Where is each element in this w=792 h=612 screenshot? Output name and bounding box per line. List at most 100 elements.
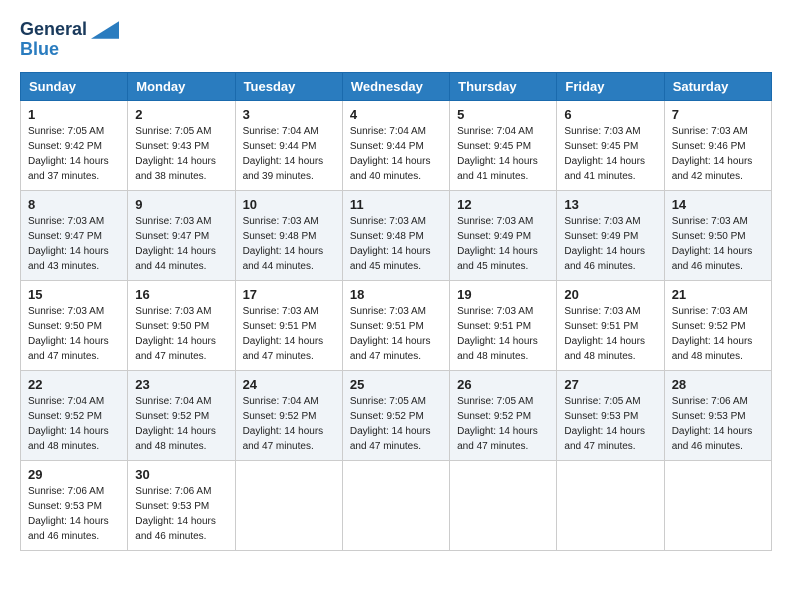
logo-blue: Blue [20, 40, 119, 60]
page-header: General Blue [20, 20, 772, 60]
day-info: Sunrise: 7:03 AMSunset: 9:49 PMDaylight:… [457, 216, 538, 272]
day-info: Sunrise: 7:04 AMSunset: 9:52 PMDaylight:… [135, 396, 216, 452]
day-number: 4 [350, 107, 442, 122]
day-number: 17 [243, 287, 335, 302]
day-number: 12 [457, 197, 549, 212]
calendar-cell: 20 Sunrise: 7:03 AMSunset: 9:51 PMDayligh… [557, 280, 664, 370]
day-info: Sunrise: 7:05 AMSunset: 9:52 PMDaylight:… [457, 396, 538, 452]
day-info: Sunrise: 7:03 AMSunset: 9:51 PMDaylight:… [564, 306, 645, 362]
day-number: 11 [350, 197, 442, 212]
calendar-cell: 5 Sunrise: 7:04 AMSunset: 9:45 PMDaylight… [450, 100, 557, 190]
calendar-cell: 3Sunrise: 7:04 AMSunset: 9:44 PMDaylight… [235, 100, 342, 190]
logo-text: General [20, 20, 119, 40]
day-number: 25 [350, 377, 442, 392]
day-number: 6 [564, 107, 656, 122]
calendar-cell: 28 Sunrise: 7:06 AMSunset: 9:53 PMDayligh… [664, 370, 771, 460]
day-number: 23 [135, 377, 227, 392]
calendar-cell: 1 Sunrise: 7:05 AMSunset: 9:42 PMDaylight… [21, 100, 128, 190]
calendar-cell: 6 Sunrise: 7:03 AMSunset: 9:45 PMDaylight… [557, 100, 664, 190]
day-number: 9 [135, 197, 227, 212]
day-info: Sunrise: 7:04 AMSunset: 9:52 PMDaylight:… [28, 396, 109, 452]
calendar-cell: 15Sunrise: 7:03 AMSunset: 9:50 PMDayligh… [21, 280, 128, 370]
calendar-cell: 7 Sunrise: 7:03 AMSunset: 9:46 PMDaylight… [664, 100, 771, 190]
day-number: 16 [135, 287, 227, 302]
calendar-cell: 25 Sunrise: 7:05 AMSunset: 9:52 PMDayligh… [342, 370, 449, 460]
weekday-friday: Friday [557, 72, 664, 100]
weekday-tuesday: Tuesday [235, 72, 342, 100]
day-info: Sunrise: 7:03 AMSunset: 9:46 PMDaylight:… [672, 126, 753, 182]
calendar-cell [664, 460, 771, 550]
day-info: Sunrise: 7:04 AMSunset: 9:44 PMDaylight:… [350, 126, 431, 182]
calendar-cell: 2 Sunrise: 7:05 AMSunset: 9:43 PMDaylight… [128, 100, 235, 190]
calendar-body: 1 Sunrise: 7:05 AMSunset: 9:42 PMDaylight… [21, 100, 772, 550]
weekday-sunday: Sunday [21, 72, 128, 100]
day-number: 13 [564, 197, 656, 212]
day-info: Sunrise: 7:03 AMSunset: 9:52 PMDaylight:… [672, 306, 753, 362]
day-number: 1 [28, 107, 120, 122]
weekday-saturday: Saturday [664, 72, 771, 100]
calendar-cell: 8Sunrise: 7:03 AMSunset: 9:47 PMDaylight… [21, 190, 128, 280]
day-number: 2 [135, 107, 227, 122]
calendar-cell: 14 Sunrise: 7:03 AMSunset: 9:50 PMDayligh… [664, 190, 771, 280]
calendar-cell: 26Sunrise: 7:05 AMSunset: 9:52 PMDayligh… [450, 370, 557, 460]
calendar-cell: 10 Sunrise: 7:03 AMSunset: 9:48 PMDayligh… [235, 190, 342, 280]
day-info: Sunrise: 7:03 AMSunset: 9:51 PMDaylight:… [350, 306, 431, 362]
day-number: 18 [350, 287, 442, 302]
day-info: Sunrise: 7:04 AMSunset: 9:45 PMDaylight:… [457, 126, 538, 182]
day-info: Sunrise: 7:03 AMSunset: 9:47 PMDaylight:… [28, 216, 109, 272]
calendar-cell: 9 Sunrise: 7:03 AMSunset: 9:47 PMDaylight… [128, 190, 235, 280]
calendar-cell [235, 460, 342, 550]
day-number: 14 [672, 197, 764, 212]
day-info: Sunrise: 7:03 AMSunset: 9:51 PMDaylight:… [243, 306, 324, 362]
day-info: Sunrise: 7:05 AMSunset: 9:42 PMDaylight:… [28, 126, 109, 182]
calendar-cell: 29Sunrise: 7:06 AMSunset: 9:53 PMDayligh… [21, 460, 128, 550]
day-number: 15 [28, 287, 120, 302]
calendar-week-1: 1 Sunrise: 7:05 AMSunset: 9:42 PMDaylight… [21, 100, 772, 190]
day-number: 24 [243, 377, 335, 392]
day-number: 10 [243, 197, 335, 212]
calendar-cell: 22 Sunrise: 7:04 AMSunset: 9:52 PMDayligh… [21, 370, 128, 460]
day-number: 28 [672, 377, 764, 392]
calendar-cell: 4 Sunrise: 7:04 AMSunset: 9:44 PMDaylight… [342, 100, 449, 190]
calendar-week-4: 22 Sunrise: 7:04 AMSunset: 9:52 PMDayligh… [21, 370, 772, 460]
calendar-cell: 24 Sunrise: 7:04 AMSunset: 9:52 PMDayligh… [235, 370, 342, 460]
day-number: 7 [672, 107, 764, 122]
day-number: 20 [564, 287, 656, 302]
calendar-cell: 13 Sunrise: 7:03 AMSunset: 9:49 PMDayligh… [557, 190, 664, 280]
calendar-cell: 16 Sunrise: 7:03 AMSunset: 9:50 PMDayligh… [128, 280, 235, 370]
calendar-cell [450, 460, 557, 550]
day-info: Sunrise: 7:03 AMSunset: 9:48 PMDaylight:… [243, 216, 324, 272]
day-info: Sunrise: 7:03 AMSunset: 9:49 PMDaylight:… [564, 216, 645, 272]
day-info: Sunrise: 7:03 AMSunset: 9:47 PMDaylight:… [135, 216, 216, 272]
calendar-cell: 21 Sunrise: 7:03 AMSunset: 9:52 PMDayligh… [664, 280, 771, 370]
weekday-wednesday: Wednesday [342, 72, 449, 100]
day-number: 19 [457, 287, 549, 302]
logo-general: General [20, 19, 87, 39]
calendar-cell: 23 Sunrise: 7:04 AMSunset: 9:52 PMDayligh… [128, 370, 235, 460]
calendar-cell [342, 460, 449, 550]
day-number: 27 [564, 377, 656, 392]
day-info: Sunrise: 7:05 AMSunset: 9:53 PMDaylight:… [564, 396, 645, 452]
day-info: Sunrise: 7:03 AMSunset: 9:50 PMDaylight:… [135, 306, 216, 362]
day-info: Sunrise: 7:04 AMSunset: 9:44 PMDaylight:… [243, 126, 324, 182]
calendar-cell: 12 Sunrise: 7:03 AMSunset: 9:49 PMDayligh… [450, 190, 557, 280]
day-number: 29 [28, 467, 120, 482]
calendar-cell: 30Sunrise: 7:06 AMSunset: 9:53 PMDayligh… [128, 460, 235, 550]
day-info: Sunrise: 7:03 AMSunset: 9:45 PMDaylight:… [564, 126, 645, 182]
weekday-monday: Monday [128, 72, 235, 100]
calendar-cell [557, 460, 664, 550]
day-number: 30 [135, 467, 227, 482]
day-info: Sunrise: 7:03 AMSunset: 9:50 PMDaylight:… [672, 216, 753, 272]
day-info: Sunrise: 7:05 AMSunset: 9:43 PMDaylight:… [135, 126, 216, 182]
day-info: Sunrise: 7:05 AMSunset: 9:52 PMDaylight:… [350, 396, 431, 452]
calendar-cell: 19 Sunrise: 7:03 AMSunset: 9:51 PMDayligh… [450, 280, 557, 370]
day-info: Sunrise: 7:06 AMSunset: 9:53 PMDaylight:… [672, 396, 753, 452]
calendar-cell: 27 Sunrise: 7:05 AMSunset: 9:53 PMDayligh… [557, 370, 664, 460]
day-info: Sunrise: 7:03 AMSunset: 9:51 PMDaylight:… [457, 306, 538, 362]
day-info: Sunrise: 7:04 AMSunset: 9:52 PMDaylight:… [243, 396, 324, 452]
day-number: 21 [672, 287, 764, 302]
day-number: 22 [28, 377, 120, 392]
day-number: 5 [457, 107, 549, 122]
logo: General Blue [20, 20, 119, 60]
calendar-cell: 17 Sunrise: 7:03 AMSunset: 9:51 PMDayligh… [235, 280, 342, 370]
